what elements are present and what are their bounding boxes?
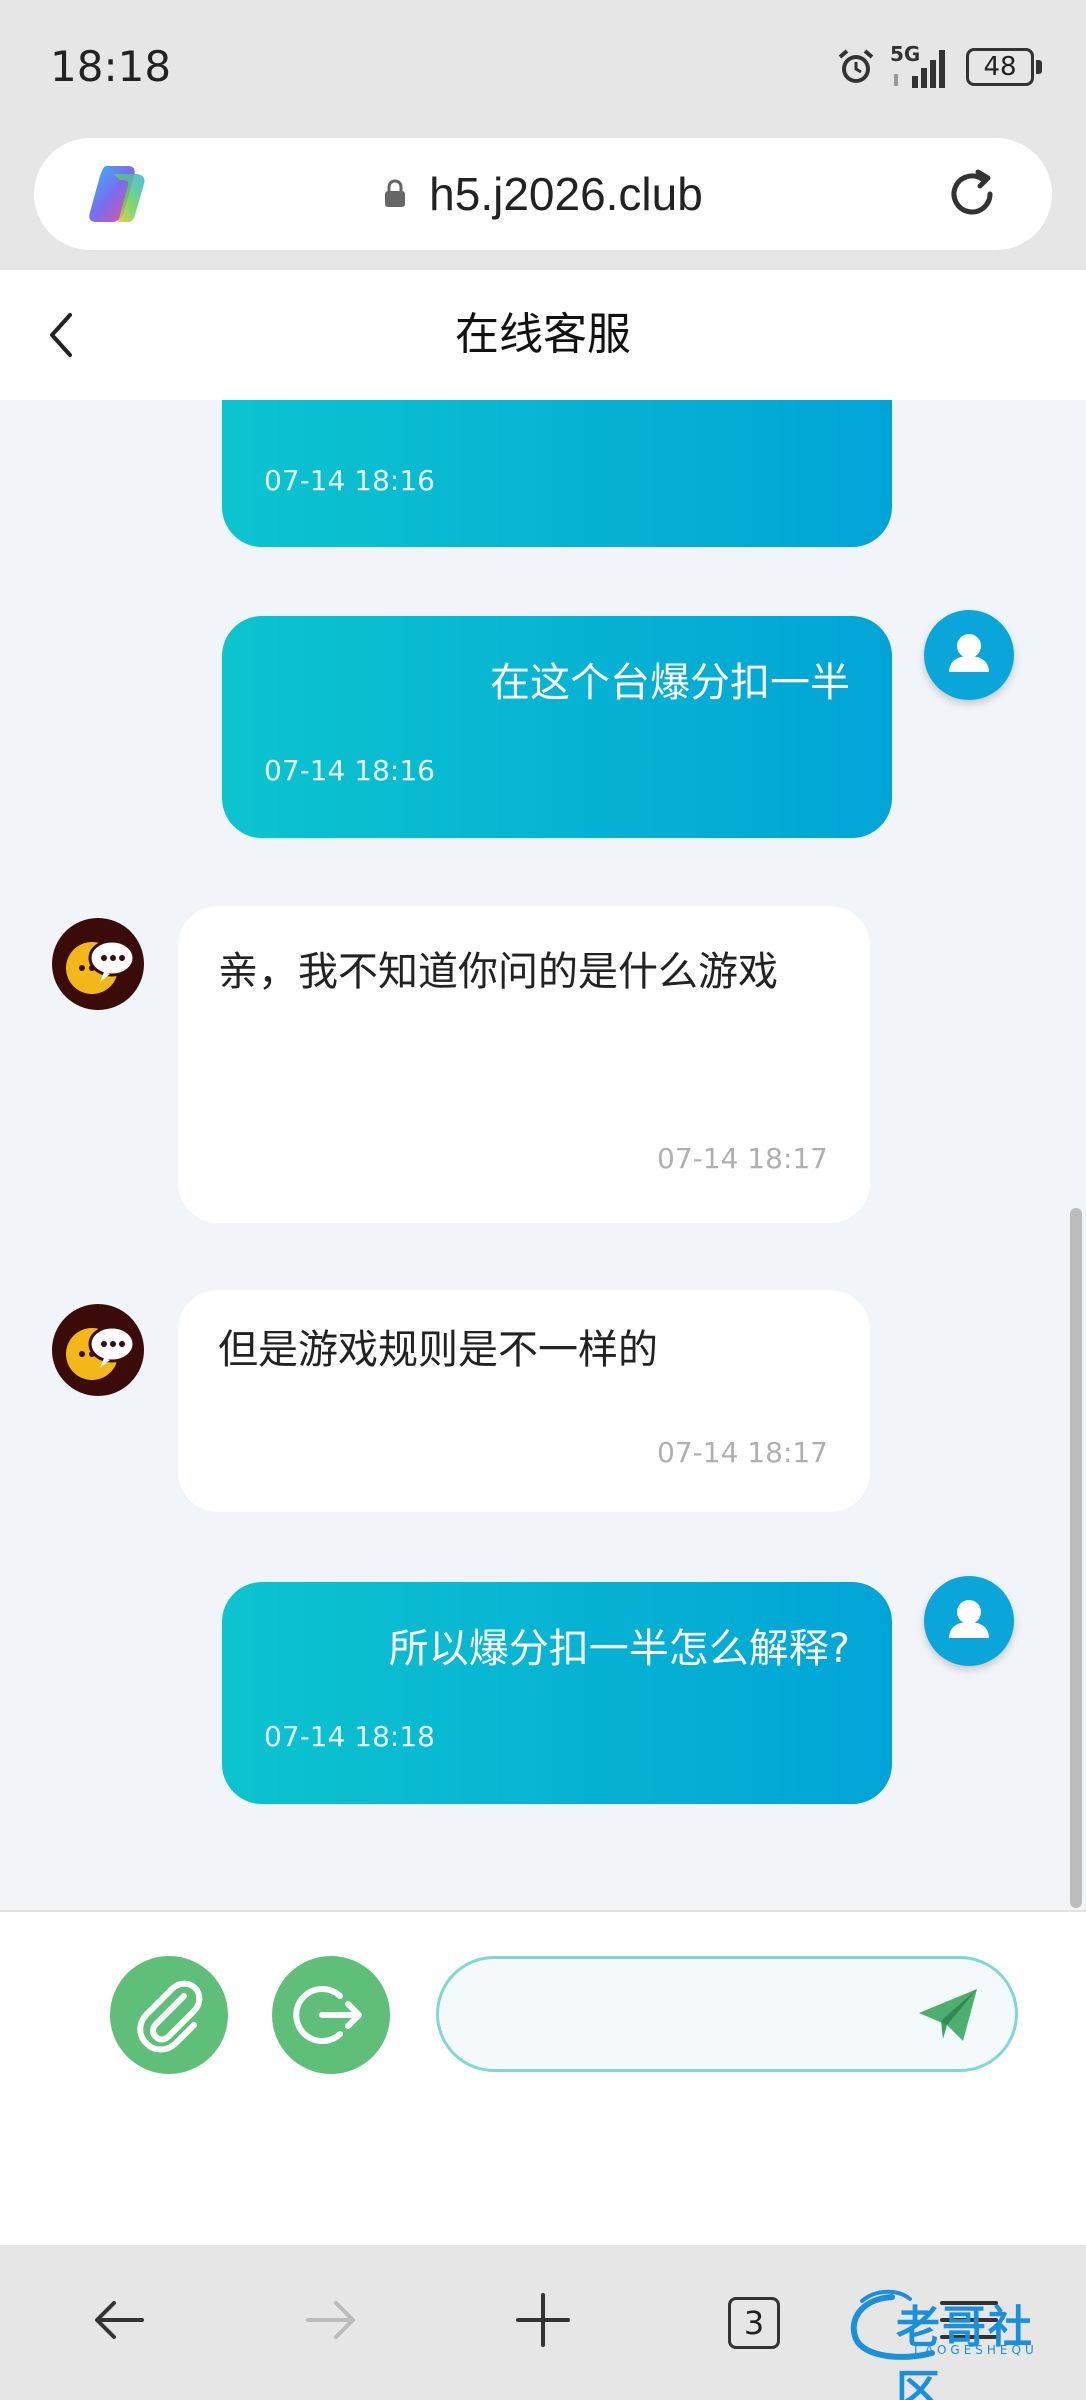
message-input[interactable] [479,1979,899,2049]
message-bubble-user: 07-14 18:16 [222,400,892,547]
battery-icon: 48 [966,47,1042,87]
new-tab-icon[interactable] [508,2285,578,2355]
agent-chat-avatar-icon [52,1304,144,1396]
battery-level: 48 [966,48,1034,86]
alarm-icon [838,49,874,83]
page-title: 在线客服 [455,309,631,360]
composer [0,1910,1086,2245]
message-bubble-user: 在这个台爆分扣一半 07-14 18:16 [222,616,892,838]
message-input-wrapper [436,1956,1018,2072]
send-icon[interactable] [917,1987,979,2043]
lock-icon [385,179,406,207]
message-time: 07-14 18:18 [264,1720,435,1753]
exit-button[interactable] [272,1956,390,2074]
message-text: 亲，我不知道你问的是什么游戏 [218,949,778,995]
attach-button[interactable] [110,1956,228,2074]
signal-icon: 5G [890,42,952,90]
status-icons: 5G 48 [836,42,1042,92]
tabs-count-button[interactable]: 3 [728,2297,780,2349]
paperclip-icon [137,1980,203,2053]
message-bubble-agent: 但是游戏规则是不一样的 07-14 18:17 [178,1290,870,1512]
watermark: 老哥社区 LAOGESHEQU [842,2285,1072,2400]
address-bar[interactable]: h5.j2026.club [34,138,1052,250]
user-avatar-icon [924,1576,1014,1666]
message-text: 但是游戏规则是不一样的 [218,1327,658,1373]
url-text[interactable]: h5.j2026.club [429,167,703,221]
message-time: 07-14 18:17 [657,1436,828,1469]
message-time: 07-14 18:17 [657,1142,828,1175]
agent-chat-avatar-icon [52,918,144,1010]
reload-icon[interactable] [942,164,1002,224]
message-bubble-agent: 亲，我不知道你问的是什么游戏 07-14 18:17 [178,906,870,1223]
message-bubble-user: 所以爆分扣一半怎么解释? 07-14 18:18 [222,1582,892,1804]
browser-bar: h5.j2026.club [0,120,1086,270]
user-avatar-icon [924,610,1014,700]
chat-scrollbar[interactable] [1070,1208,1082,1908]
page-header: 在线客服 [0,270,1086,400]
message-text: 所以爆分扣一半怎么解释? [388,1626,850,1672]
message-time: 07-14 18:16 [264,464,435,497]
nav-forward-icon[interactable] [296,2285,366,2355]
watermark-subtext: LAOGESHEQU [914,2343,1038,2357]
logout-icon [293,1986,362,2044]
status-time: 18:18 [50,42,172,91]
status-bar: 18:18 5G 48 [0,0,1086,140]
nav-back-icon[interactable] [84,2285,154,2355]
message-text: 在这个台爆分扣一半 [490,660,850,706]
message-time: 07-14 18:16 [264,754,435,787]
chat-area[interactable]: 07-14 18:16 在这个台爆分扣一半 07-14 18:16 亲，我不知道… [0,400,1086,1910]
browser-bottom-nav: 3 老哥社区 LAOGESHEQU [0,2245,1086,2400]
